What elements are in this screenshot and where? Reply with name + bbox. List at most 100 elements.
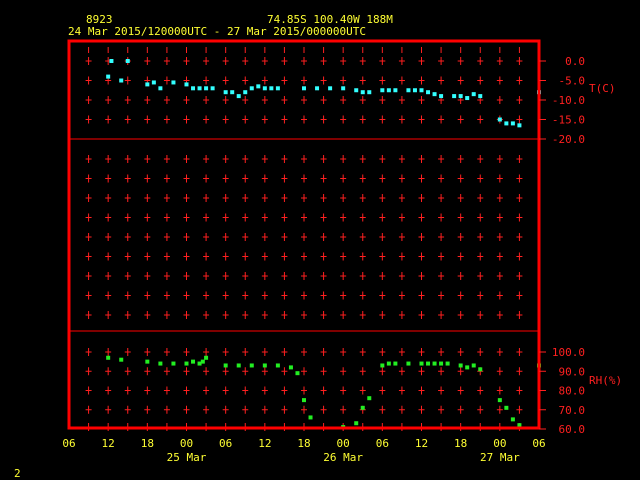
- temperature-point: [269, 86, 274, 91]
- temperature-point: [426, 90, 431, 95]
- humidity-point: [432, 361, 437, 366]
- temperature-point: [151, 80, 156, 85]
- temperature-point: [393, 88, 398, 93]
- temperature-point: [386, 88, 391, 93]
- humidity-point: [406, 361, 411, 366]
- temperature-point: [197, 86, 202, 91]
- temperature-point: [517, 123, 522, 128]
- humidity-point: [386, 361, 391, 366]
- temperature-point: [191, 86, 196, 91]
- humidity-point: [191, 359, 196, 364]
- temperature-point: [419, 88, 424, 93]
- temperature-point: [302, 86, 306, 91]
- humidity-point: [223, 363, 228, 368]
- humidity-point: [360, 405, 365, 410]
- x-tick-label: 06: [376, 437, 389, 450]
- temperature-point: [171, 80, 176, 85]
- temperature-point: [504, 121, 509, 126]
- humidity-point: [465, 365, 470, 370]
- humidity-y-tick-label: 80.0: [559, 385, 586, 398]
- x-axis: 06 12 18 00 06 12 18 00 06 12 18 00 06 25 Mar 26 Mar 27…: [62, 437, 545, 464]
- temperature-point: [412, 88, 417, 93]
- humidity-point: [354, 421, 359, 426]
- humidity-point: [249, 363, 254, 368]
- temperature-point: [236, 94, 241, 99]
- temperature-point: [465, 96, 470, 101]
- humidity-point: [445, 361, 450, 366]
- temperature-point: [510, 121, 515, 126]
- temperature-point: [328, 86, 333, 91]
- humidity-point: [439, 361, 444, 366]
- temperature-y-tick-label: -20.0: [552, 133, 585, 146]
- temperature-point: [145, 82, 150, 87]
- x-tick-label: 18: [297, 437, 310, 450]
- temperature-y-tick-label: -15.0: [552, 114, 585, 127]
- humidity-point: [288, 365, 293, 370]
- page-number: 2: [14, 467, 21, 480]
- temperature-point: [406, 88, 411, 93]
- temperature-point: [223, 90, 228, 95]
- temperature-point: [478, 94, 483, 99]
- humidity-y-tick-label: 60.0: [559, 423, 586, 436]
- x-tick-label: 06: [219, 437, 232, 450]
- temperature-point: [341, 86, 346, 91]
- temperature-point: [106, 74, 111, 79]
- humidity-y-tick-label: 90.0: [559, 365, 586, 378]
- humidity-point: [380, 363, 385, 368]
- temperature-point: [158, 86, 163, 91]
- humidity-point: [510, 417, 515, 422]
- temperature-y-tick-label: -10.0: [552, 94, 585, 107]
- temperature-axis-label: T(C): [589, 82, 616, 95]
- x-tick-label: 00: [180, 437, 193, 450]
- x-tick-label: 06: [532, 437, 545, 450]
- temperature-point: [497, 117, 502, 122]
- temperature-point: [432, 92, 437, 97]
- x-tick-label: 00: [337, 437, 350, 450]
- time-range: 24 Mar 2015/120000UTC - 27 Mar 2015/0000…: [68, 25, 366, 38]
- humidity-point: [504, 405, 509, 410]
- temperature-point: [109, 59, 114, 63]
- temperature-point: [119, 78, 124, 83]
- humidity-point: [308, 415, 313, 420]
- temperature-point: [125, 59, 130, 63]
- humidity-point: [119, 357, 124, 362]
- x-day-label: 25 Mar: [167, 451, 207, 464]
- humidity-point: [204, 355, 209, 360]
- temperature-point: [184, 82, 189, 87]
- temperature-point: [262, 86, 267, 91]
- x-tick-label: 12: [102, 437, 115, 450]
- humidity-point: [393, 361, 398, 366]
- temperature-point: [380, 88, 385, 93]
- temperature-y-tick-label: -5.0: [559, 75, 586, 88]
- humidity-axis-label: RH(%): [589, 374, 622, 387]
- humidity-point: [426, 361, 431, 366]
- x-day-label: 26 Mar: [323, 451, 363, 464]
- humidity-point: [171, 361, 176, 366]
- x-tick-label: 12: [415, 437, 428, 450]
- temperature-point: [360, 90, 365, 95]
- temperature-point: [256, 84, 261, 89]
- x-tick-label: 06: [62, 437, 75, 450]
- temperature-point: [458, 94, 463, 99]
- humidity-y-tick-label: 100.0: [552, 346, 585, 359]
- humidity-point: [497, 398, 502, 403]
- x-tick-label: 18: [141, 437, 154, 450]
- temperature-point: [315, 86, 320, 91]
- temperature-point: [275, 86, 280, 91]
- y-axes: 0.0 -5.0 -10.0 -15.0 -20.0 100.0 90.0 80.0 70.0 6…: [539, 55, 585, 436]
- temperature-point: [367, 90, 372, 95]
- temperature-point: [243, 90, 248, 95]
- humidity-point: [200, 359, 205, 364]
- x-tick-label: 18: [454, 437, 467, 450]
- temperature-point: [249, 86, 254, 91]
- x-tick-label: 12: [258, 437, 271, 450]
- x-tick-label: 00: [493, 437, 506, 450]
- humidity-point: [184, 361, 189, 366]
- temperature-point: [354, 88, 359, 93]
- humidity-point: [478, 367, 483, 372]
- humidity-point: [236, 363, 241, 368]
- humidity-point: [106, 355, 111, 360]
- humidity-point: [302, 398, 306, 403]
- humidity-point: [367, 396, 372, 401]
- temperature-point: [210, 86, 215, 91]
